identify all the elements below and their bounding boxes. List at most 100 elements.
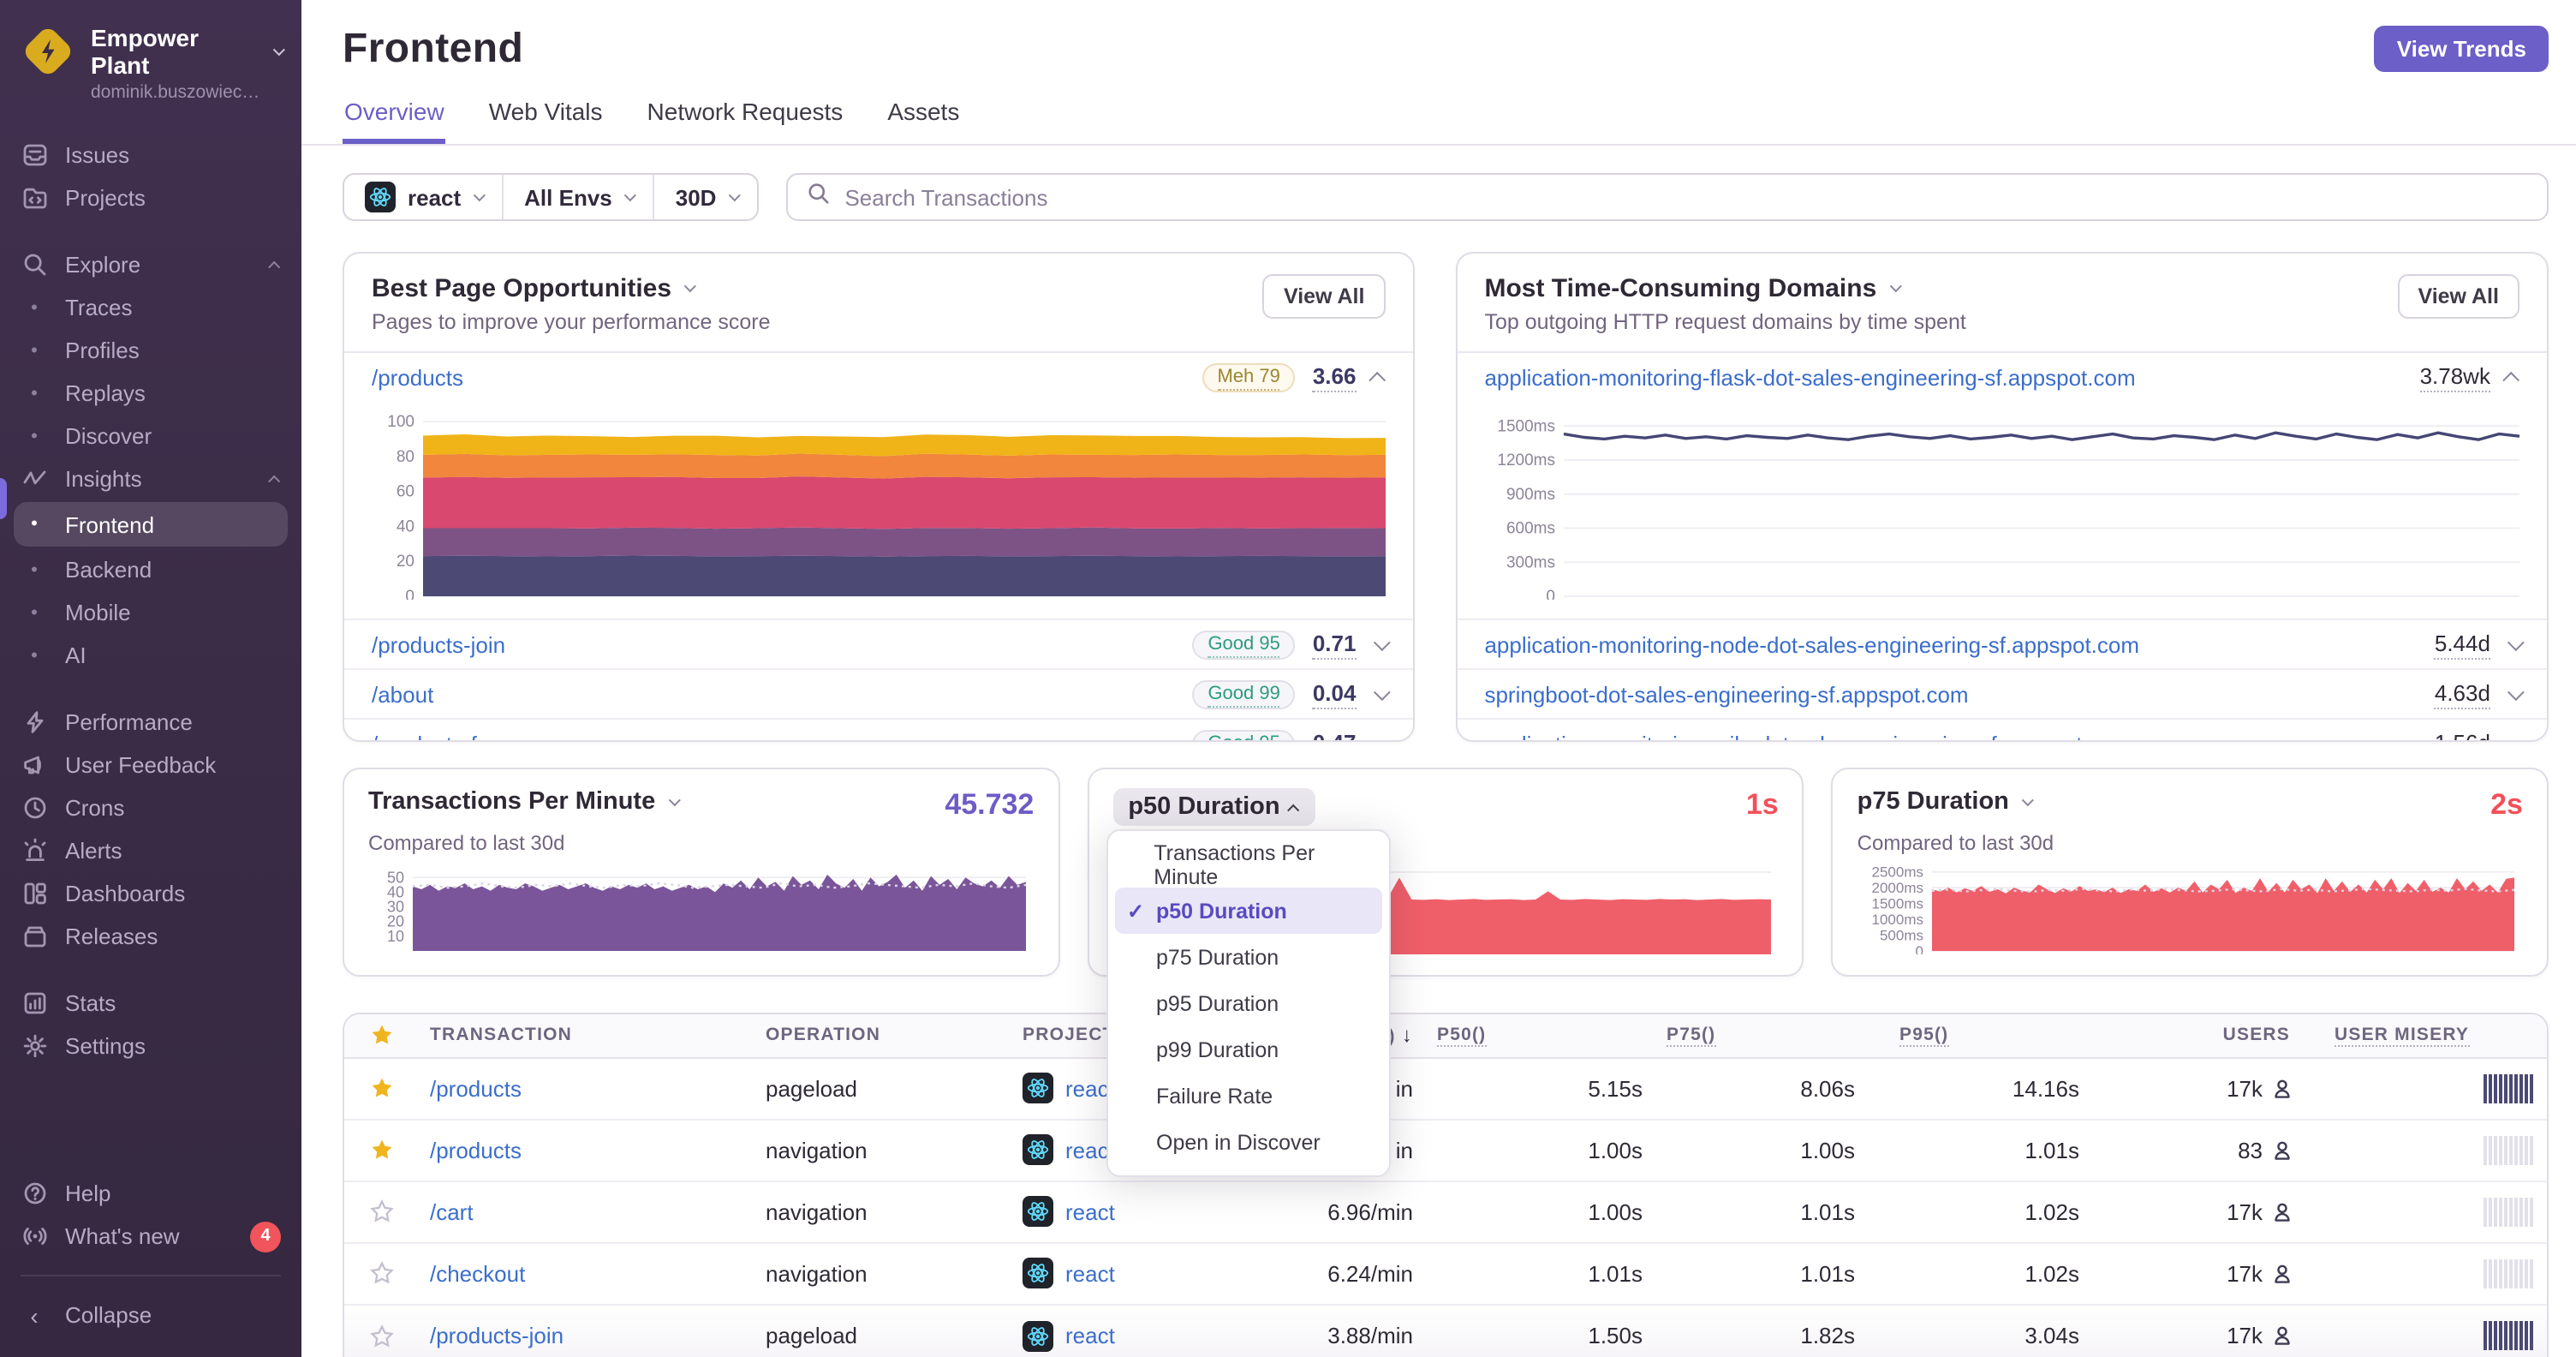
tab-network-requests[interactable]: Network Requests (646, 98, 845, 144)
star-header-icon[interactable] (370, 1024, 394, 1048)
env-filter[interactable]: All Envs (502, 175, 653, 220)
project-link[interactable]: react (1065, 1199, 1115, 1225)
view-all-button[interactable]: View All (2397, 274, 2519, 320)
col-header-operation[interactable]: OPERATION (755, 1025, 1012, 1046)
panel-title[interactable]: Best Page Opportunities (372, 275, 671, 304)
table-row[interactable]: /products navigation react in 1.00s 1.00… (344, 1121, 2547, 1182)
sidebar-item-traces[interactable]: • Traces (0, 286, 301, 329)
metric-title[interactable]: p75 Duration (1857, 789, 2009, 816)
expand-row-icon[interactable] (2507, 683, 2525, 701)
expand-row-icon[interactable] (2507, 633, 2525, 651)
sidebar-item-insights[interactable]: Insights (0, 457, 301, 500)
page-link[interactable]: /products-join (372, 632, 505, 658)
panel-title[interactable]: Most Time-Consuming Domains (1484, 275, 1876, 304)
table-row[interactable]: /products-join pageload react 3.88/min 1… (344, 1305, 2547, 1357)
col-header-users[interactable]: USERS (2093, 1025, 2304, 1046)
opportunity-score[interactable]: 0.71 (1312, 631, 1357, 660)
sidebar-item-releases[interactable]: Releases (0, 915, 301, 958)
table-row[interactable]: /products pageload react in 5.15s 8.06s … (344, 1059, 2547, 1121)
search-transactions[interactable] (786, 173, 2549, 222)
sidebar-item-performance[interactable]: Performance (0, 701, 301, 744)
score-badge[interactable]: Good 95 (1208, 733, 1280, 741)
sidebar-item-crons[interactable]: Crons (0, 786, 301, 829)
period-filter[interactable]: 30D (653, 175, 758, 220)
p50-metric-selector[interactable]: p50 Duration (1112, 788, 1316, 827)
score-badge[interactable]: Good 99 (1208, 684, 1280, 708)
sidebar-collapse-button[interactable]: ‹ Collapse (0, 1294, 301, 1336)
transaction-link[interactable]: /products (430, 1138, 522, 1163)
menu-item-p99-duration[interactable]: p99 Duration (1115, 1026, 1382, 1073)
transaction-link[interactable]: /cart (430, 1199, 474, 1225)
domain-link[interactable]: springboot-dot-sales-engineering-sf.apps… (1484, 682, 1968, 708)
tab-overview[interactable]: Overview (343, 98, 446, 144)
table-row[interactable]: /checkout navigation react 6.24/min 1.01… (344, 1244, 2547, 1306)
domain-link[interactable]: application-monitoring-flask-dot-sales-e… (1484, 365, 2135, 391)
star-toggle[interactable] (370, 1139, 394, 1163)
expand-row-icon[interactable] (1373, 633, 1391, 651)
menu-item-transactions-per-minute[interactable]: Transactions Per Minute (1115, 840, 1382, 888)
project-link[interactable]: react (1065, 1324, 1115, 1349)
time-spent-value[interactable]: 4.63d (2434, 680, 2490, 709)
transaction-link[interactable]: /products (430, 1076, 522, 1102)
collapse-row-icon[interactable] (2502, 371, 2520, 389)
star-toggle[interactable] (370, 1199, 394, 1224)
sidebar-item-issues[interactable]: Issues (0, 134, 301, 176)
menu-item-open-in-discover[interactable]: Open in Discover (1115, 1119, 1382, 1165)
col-header-user-misery[interactable]: USER MISERY (2304, 1025, 2547, 1048)
org-switcher[interactable]: Empower Plant dominik.buszowiec… (0, 0, 301, 120)
view-trends-button[interactable]: View Trends (2374, 26, 2549, 73)
score-badge[interactable]: Meh 79 (1217, 367, 1280, 392)
menu-item-p75-duration[interactable]: p75 Duration (1115, 934, 1382, 980)
sidebar-item-stats[interactable]: Stats (0, 982, 301, 1025)
sidebar-item-frontend-selected[interactable]: • Frontend (14, 502, 288, 547)
table-row[interactable]: /cart navigation react 6.96/min 1.00s 1.… (344, 1182, 2547, 1244)
sidebar-item-alerts[interactable]: Alerts (0, 829, 301, 872)
sidebar-item-mobile[interactable]: • Mobile (0, 591, 301, 634)
page-link[interactable]: /products-fes (372, 732, 500, 741)
metric-title[interactable]: Transactions Per Minute (368, 789, 655, 816)
sidebar-item-projects[interactable]: Projects (0, 176, 301, 219)
sidebar-item-explore[interactable]: Explore (0, 243, 301, 286)
expand-row-icon[interactable] (1373, 683, 1391, 701)
opportunity-score[interactable]: 0.04 (1312, 680, 1357, 709)
page-link[interactable]: /about (372, 682, 433, 708)
star-toggle[interactable] (370, 1261, 394, 1286)
tab-web-vitals[interactable]: Web Vitals (487, 98, 605, 144)
sidebar-item-profiles[interactable]: • Profiles (0, 329, 301, 372)
menu-item-failure-rate[interactable]: Failure Rate (1115, 1073, 1382, 1119)
page-link[interactable]: /products (372, 365, 463, 391)
expand-row-icon[interactable] (1373, 732, 1391, 741)
col-header-p95[interactable]: P95() (1869, 1025, 2093, 1048)
col-header-p50[interactable]: P50() (1427, 1025, 1656, 1048)
time-spent-value[interactable]: 5.44d (2434, 631, 2490, 660)
domain-link[interactable]: application-monitoring-node-dot-sales-en… (1484, 632, 2139, 658)
sidebar-item-settings[interactable]: Settings (0, 1025, 301, 1067)
sidebar-item-discover[interactable]: • Discover (0, 415, 301, 457)
transaction-link[interactable]: /products-join (430, 1324, 564, 1349)
time-spent-value[interactable]: 3.78wk (2419, 363, 2490, 392)
sidebar-item-backend[interactable]: • Backend (0, 548, 301, 591)
sidebar-item-dashboards[interactable]: Dashboards (0, 872, 301, 915)
star-toggle[interactable] (370, 1077, 394, 1101)
project-filter[interactable]: react (344, 175, 502, 219)
search-input[interactable] (844, 184, 2528, 211)
view-all-button[interactable]: View All (1262, 274, 1386, 320)
collapse-row-icon[interactable] (1368, 371, 1386, 389)
sidebar-item-help[interactable]: Help (0, 1172, 301, 1215)
sidebar-item-user-feedback[interactable]: User Feedback (0, 744, 301, 786)
sidebar-item-ai[interactable]: • AI (0, 634, 301, 677)
opportunity-score[interactable]: 3.66 (1312, 363, 1357, 392)
menu-item-p50-duration[interactable]: ✓ p50 Duration (1115, 888, 1382, 934)
star-toggle[interactable] (370, 1324, 394, 1348)
time-spent-value[interactable]: 1.56d (2435, 730, 2490, 741)
sidebar-item-replays[interactable]: • Replays (0, 372, 301, 415)
tab-assets[interactable]: Assets (886, 98, 961, 144)
menu-item-p95-duration[interactable]: p95 Duration (1115, 980, 1382, 1026)
domain-link[interactable]: application-monitoring-rails-dot-sales-e… (1484, 732, 2130, 741)
transaction-link[interactable]: /checkout (430, 1261, 525, 1287)
project-link[interactable]: react (1065, 1261, 1115, 1287)
score-badge[interactable]: Good 95 (1208, 634, 1280, 659)
col-header-transaction[interactable]: TRANSACTION (420, 1025, 755, 1046)
opportunity-score[interactable]: 0.47 (1313, 730, 1357, 741)
expand-row-icon[interactable] (2507, 732, 2525, 741)
